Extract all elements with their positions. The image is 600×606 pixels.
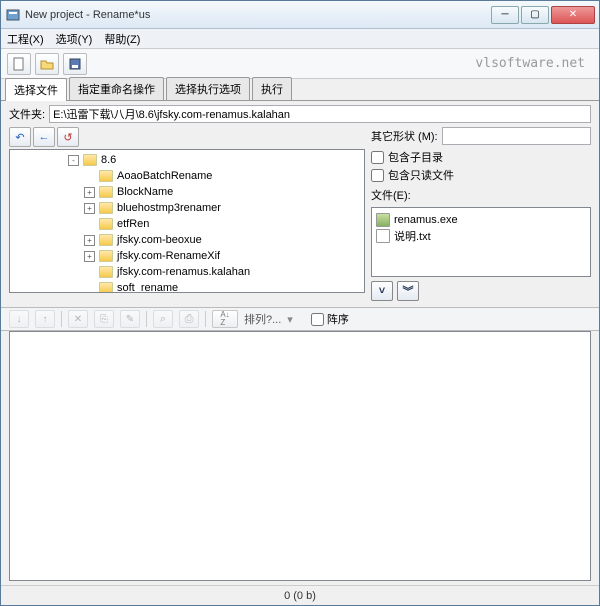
tree-item-label: jfsky.com-RenameXif [117, 250, 220, 262]
tab-strip: 选择文件 指定重命名操作 选择执行选项 执行 [1, 79, 599, 101]
folder-icon [99, 170, 113, 182]
tab-select-files[interactable]: 选择文件 [5, 78, 67, 101]
tree-item-label: 8.6 [101, 154, 116, 166]
tree-item[interactable]: AoaoBatchRename [12, 168, 362, 184]
menu-project[interactable]: 工程(X) [7, 31, 44, 47]
expand-down-button[interactable]: ˅ [371, 281, 393, 301]
file-item-label: renamus.exe [394, 214, 458, 226]
tree-item[interactable]: + bluehostmp3renamer [12, 200, 362, 216]
move-down-button[interactable]: ↓ [9, 310, 29, 328]
nav-undo-button[interactable]: ↺ [57, 127, 79, 147]
folder-icon [99, 266, 113, 278]
tree-item[interactable]: etfRen [12, 216, 362, 232]
minimize-button[interactable]: ─ [491, 6, 519, 24]
other-shape-label: 其它形状 (M): [371, 128, 438, 144]
file-item-label: 说明.txt [394, 228, 431, 244]
folder-tree[interactable]: - 8.6AoaoBatchRename + BlockName + bluehostmp… [9, 149, 365, 293]
expand-toggle[interactable]: + [84, 203, 95, 214]
double-chevron-down-icon: ︾ [403, 283, 414, 299]
edit-button[interactable]: ✎ [120, 310, 140, 328]
folder-icon [99, 234, 113, 246]
folder-icon [99, 218, 113, 230]
status-text: 0 (0 b) [284, 590, 316, 602]
path-label: 文件夹: [9, 106, 45, 122]
print-button[interactable]: ⎙ [179, 310, 199, 328]
folder-icon [83, 154, 97, 166]
tree-item-label: soft_rename [117, 282, 178, 293]
sort-label[interactable]: 排列?... [244, 311, 281, 327]
tree-item-label: bluehostmp3renamer [117, 202, 221, 214]
tree-item-label: AoaoBatchRename [117, 170, 212, 182]
open-button[interactable] [35, 53, 59, 75]
app-icon [5, 7, 21, 23]
nav-up-button[interactable]: ↶ [9, 127, 31, 147]
window-title: New project - Rename*us [25, 9, 491, 21]
files-label: 文件(E): [371, 187, 591, 203]
menu-help[interactable]: 帮助(Z) [104, 31, 140, 47]
expand-toggle [84, 219, 95, 230]
sort-az-button[interactable]: A↓Z [212, 310, 238, 328]
expand-toggle [84, 267, 95, 278]
binoculars-icon: ⌕ [160, 313, 166, 326]
copy-button[interactable]: ⎘ [94, 310, 114, 328]
tree-item-label: etfRen [117, 218, 149, 230]
path-input[interactable] [49, 105, 591, 123]
include-subdir-checkbox[interactable]: 包含子目录 [371, 149, 591, 165]
tree-item[interactable]: + BlockName [12, 184, 362, 200]
expand-toggle[interactable]: + [84, 251, 95, 262]
expand-toggle[interactable]: + [84, 235, 95, 246]
expand-toggle[interactable]: + [84, 187, 95, 198]
tab-rename-ops[interactable]: 指定重命名操作 [69, 77, 164, 100]
menubar: 工程(X) 选项(Y) 帮助(Z) [1, 29, 599, 49]
tree-item-label: jfsky.com-renamus.kalahan [117, 266, 250, 278]
titlebar: New project - Rename*us ─ ▢ ✕ [1, 1, 599, 29]
printer-icon: ⎙ [185, 313, 194, 326]
txt-file-icon [376, 229, 390, 243]
remove-button[interactable]: ✕ [68, 310, 88, 328]
file-item[interactable]: renamus.exe [376, 212, 586, 228]
order-checkbox[interactable]: 阵序 [311, 311, 349, 327]
new-button[interactable] [7, 53, 31, 75]
statusbar: 0 (0 b) [1, 585, 599, 605]
folder-icon [99, 250, 113, 262]
chevron-down-icon: ˅ [379, 285, 385, 297]
undo-icon: ↺ [63, 131, 72, 144]
tree-item[interactable]: soft_rename [12, 280, 362, 293]
up-arrow-icon: ↶ [15, 131, 24, 144]
file-type-list[interactable]: renamus.exe 说明.txt [371, 207, 591, 277]
close-button[interactable]: ✕ [551, 6, 595, 24]
menu-options[interactable]: 选项(Y) [56, 31, 93, 47]
list-toolbar: ↓ ↑ ✕ ⎘ ✎ ⌕ ⎙ A↓Z 排列?... ▾ 阵序 [1, 307, 599, 331]
result-list[interactable] [9, 331, 591, 581]
nav-back-button[interactable]: ← [33, 127, 55, 147]
find-button[interactable]: ⌕ [153, 310, 173, 328]
tree-item[interactable]: + jfsky.com-RenameXif [12, 248, 362, 264]
expand-all-button[interactable]: ︾ [397, 281, 419, 301]
folder-icon [99, 186, 113, 198]
tree-item[interactable]: - 8.6 [12, 152, 362, 168]
expand-toggle [84, 283, 95, 294]
save-button[interactable] [63, 53, 87, 75]
exe-file-icon [376, 213, 390, 227]
expand-toggle [84, 171, 95, 182]
tree-item-label: jfsky.com-beoxue [117, 234, 202, 246]
tree-item[interactable]: jfsky.com-renamus.kalahan [12, 264, 362, 280]
other-shape-input[interactable] [442, 127, 591, 145]
tree-item-label: BlockName [117, 186, 173, 198]
folder-icon [99, 282, 113, 293]
include-readonly-checkbox[interactable]: 包含只读文件 [371, 167, 591, 183]
tree-item[interactable]: + jfsky.com-beoxue [12, 232, 362, 248]
move-up-button[interactable]: ↑ [35, 310, 55, 328]
back-arrow-icon: ← [39, 131, 50, 143]
expand-toggle[interactable]: - [68, 155, 79, 166]
maximize-button[interactable]: ▢ [521, 6, 549, 24]
main-toolbar: vlsoftware.net [1, 49, 599, 79]
folder-icon [99, 202, 113, 214]
file-item[interactable]: 说明.txt [376, 228, 586, 244]
tab-execute[interactable]: 执行 [252, 77, 292, 100]
tab-exec-opts[interactable]: 选择执行选项 [166, 77, 250, 100]
brand-text: vlsoftware.net [475, 56, 593, 71]
